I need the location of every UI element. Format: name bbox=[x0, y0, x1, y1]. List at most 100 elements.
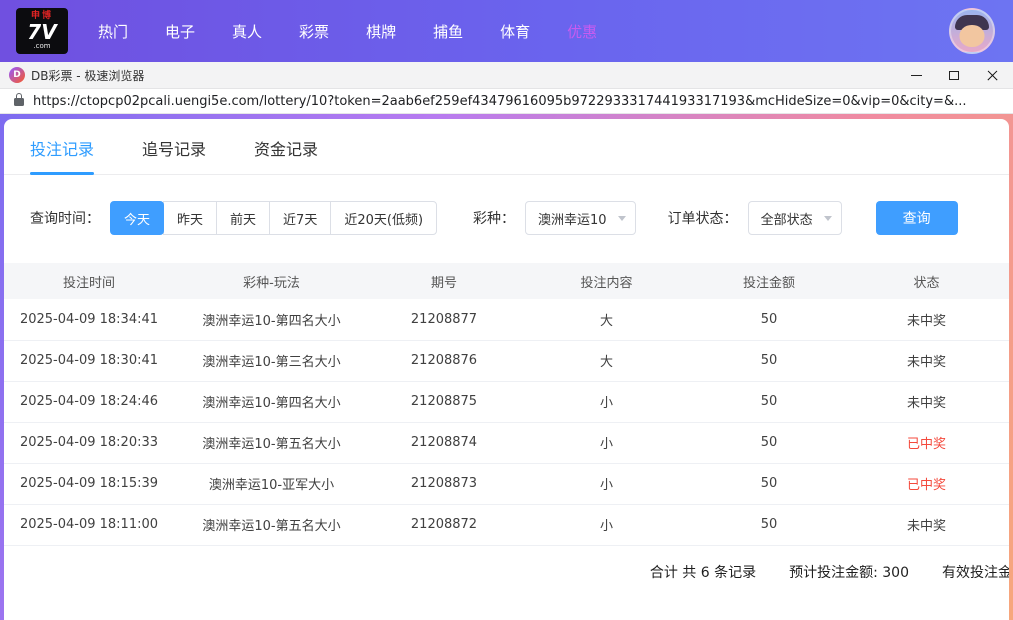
time-filter-今天[interactable]: 今天 bbox=[110, 201, 164, 235]
chevron-down-icon bbox=[618, 216, 626, 221]
brand-logo-suffix: .com bbox=[33, 43, 50, 50]
lottery-select-value: 澳洲幸运10 bbox=[538, 209, 607, 228]
cell: 21208872 bbox=[369, 504, 519, 545]
maximize-icon bbox=[949, 71, 959, 80]
maximize-button[interactable] bbox=[935, 62, 973, 89]
lottery-select[interactable]: 澳洲幸运10 bbox=[525, 201, 636, 235]
brand-logo-main: 7V bbox=[27, 22, 56, 42]
lottery-select-label: 彩种： bbox=[473, 208, 515, 228]
expected-bet-amount-text: 预计投注金额: 300 bbox=[789, 562, 909, 582]
status-cell: 已中奖 bbox=[844, 463, 1009, 504]
cell: 2025-04-09 18:34:41 bbox=[4, 299, 174, 340]
valid-bet-amount-text: 有效投注金 bbox=[942, 562, 1009, 582]
lock-icon bbox=[14, 98, 24, 106]
url-text: https://ctopcp02pcali.uengi5e.com/lotter… bbox=[33, 94, 966, 109]
nav-item-热门[interactable]: 热门 bbox=[98, 21, 128, 42]
table-row: 2025-04-09 18:15:39澳洲幸运10-亚军大小21208873小5… bbox=[4, 463, 1009, 504]
cell: 大 bbox=[519, 340, 694, 381]
cell: 50 bbox=[694, 463, 844, 504]
record-tabs: 投注记录 追号记录 资金记录 bbox=[4, 119, 1009, 175]
address-bar[interactable]: https://ctopcp02pcali.uengi5e.com/lotter… bbox=[0, 89, 1013, 114]
cell: 澳洲幸运10-第三名大小 bbox=[174, 340, 369, 381]
time-filter-group: 今天昨天前天近7天近20天(低频) bbox=[110, 201, 437, 235]
status-cell: 未中奖 bbox=[844, 504, 1009, 545]
time-filter-近7天[interactable]: 近7天 bbox=[269, 201, 331, 235]
column-header: 投注金额 bbox=[694, 263, 844, 299]
column-header: 期号 bbox=[369, 263, 519, 299]
order-status-value: 全部状态 bbox=[761, 209, 813, 228]
cell: 50 bbox=[694, 340, 844, 381]
bet-records-table: 投注时间彩种-玩法期号投注内容投注金额状态 2025-04-09 18:34:4… bbox=[4, 263, 1009, 546]
column-header: 状态 bbox=[844, 263, 1009, 299]
summary-bar: 合计 共 6 条记录 预计投注金额: 300 有效投注金 bbox=[4, 562, 1009, 582]
time-filter-label: 查询时间： bbox=[30, 208, 100, 228]
minimize-icon bbox=[911, 75, 922, 76]
content-card: 投注记录 追号记录 资金记录 查询时间： 今天昨天前天近7天近20天(低频) 彩种：… bbox=[4, 119, 1009, 620]
nav-item-捕鱼[interactable]: 捕鱼 bbox=[433, 21, 463, 42]
column-header: 彩种-玩法 bbox=[174, 263, 369, 299]
nav-item-电子[interactable]: 电子 bbox=[165, 21, 195, 42]
tab-投注记录[interactable]: 投注记录 bbox=[30, 136, 94, 174]
close-button[interactable] bbox=[973, 62, 1011, 89]
cell: 50 bbox=[694, 299, 844, 340]
minimize-button[interactable] bbox=[897, 62, 935, 89]
cell: 2025-04-09 18:20:33 bbox=[4, 422, 174, 463]
time-filter-前天[interactable]: 前天 bbox=[216, 201, 270, 235]
app-nav: 热门 电子 真人 彩票 棋牌 捕鱼 体育 优惠 bbox=[98, 21, 597, 42]
cell: 澳洲幸运10-亚军大小 bbox=[174, 463, 369, 504]
brand-logo[interactable]: 申博 7V .com bbox=[16, 8, 68, 54]
cell: 21208877 bbox=[369, 299, 519, 340]
order-status-label: 订单状态： bbox=[668, 208, 738, 228]
close-icon bbox=[986, 69, 999, 82]
browser-titlebar: D DB彩票 - 极速浏览器 bbox=[0, 62, 1013, 89]
nav-item-棋牌[interactable]: 棋牌 bbox=[366, 21, 396, 42]
cell: 2025-04-09 18:11:00 bbox=[4, 504, 174, 545]
table-row: 2025-04-09 18:11:00澳洲幸运10-第五名大小21208872小… bbox=[4, 504, 1009, 545]
column-header: 投注内容 bbox=[519, 263, 694, 299]
cell: 2025-04-09 18:24:46 bbox=[4, 381, 174, 422]
table-row: 2025-04-09 18:34:41澳洲幸运10-第四名大小21208877大… bbox=[4, 299, 1009, 340]
table-row: 2025-04-09 18:24:46澳洲幸运10-第四名大小21208875小… bbox=[4, 381, 1009, 422]
total-records-text: 合计 共 6 条记录 bbox=[650, 562, 756, 582]
tab-追号记录[interactable]: 追号记录 bbox=[142, 136, 206, 174]
cell: 50 bbox=[694, 422, 844, 463]
cell: 21208875 bbox=[369, 381, 519, 422]
cell: 澳洲幸运10-第五名大小 bbox=[174, 422, 369, 463]
cell: 小 bbox=[519, 463, 694, 504]
nav-item-优惠[interactable]: 优惠 bbox=[567, 21, 597, 42]
time-filter-近20天(低频)[interactable]: 近20天(低频) bbox=[330, 201, 437, 235]
search-button[interactable]: 查询 bbox=[876, 201, 958, 235]
cell: 2025-04-09 18:30:41 bbox=[4, 340, 174, 381]
nav-item-彩票[interactable]: 彩票 bbox=[299, 21, 329, 42]
chevron-down-icon bbox=[824, 216, 832, 221]
cell: 小 bbox=[519, 381, 694, 422]
cell: 澳洲幸运10-第四名大小 bbox=[174, 381, 369, 422]
column-header: 投注时间 bbox=[4, 263, 174, 299]
table-row: 2025-04-09 18:30:41澳洲幸运10-第三名大小21208876大… bbox=[4, 340, 1009, 381]
cell: 澳洲幸运10-第四名大小 bbox=[174, 299, 369, 340]
browser-favicon-icon: D bbox=[9, 67, 25, 83]
status-cell: 已中奖 bbox=[844, 422, 1009, 463]
cell: 50 bbox=[694, 504, 844, 545]
cell: 21208876 bbox=[369, 340, 519, 381]
tab-资金记录[interactable]: 资金记录 bbox=[254, 136, 318, 174]
table-row: 2025-04-09 18:20:33澳洲幸运10-第五名大小21208874小… bbox=[4, 422, 1009, 463]
cell: 小 bbox=[519, 422, 694, 463]
browser-window-title: DB彩票 - 极速浏览器 bbox=[31, 67, 144, 84]
cell: 21208874 bbox=[369, 422, 519, 463]
order-status-select[interactable]: 全部状态 bbox=[748, 201, 842, 235]
window-controls bbox=[897, 62, 1011, 89]
status-cell: 未中奖 bbox=[844, 340, 1009, 381]
user-avatar[interactable] bbox=[949, 8, 995, 54]
cell: 大 bbox=[519, 299, 694, 340]
cell: 21208873 bbox=[369, 463, 519, 504]
cell: 2025-04-09 18:15:39 bbox=[4, 463, 174, 504]
nav-item-真人[interactable]: 真人 bbox=[232, 21, 262, 42]
cell: 澳洲幸运10-第五名大小 bbox=[174, 504, 369, 545]
status-cell: 未中奖 bbox=[844, 299, 1009, 340]
app-header: 申博 7V .com 热门 电子 真人 彩票 棋牌 捕鱼 体育 优惠 bbox=[0, 0, 1013, 62]
cell: 小 bbox=[519, 504, 694, 545]
time-filter-昨天[interactable]: 昨天 bbox=[163, 201, 217, 235]
nav-item-体育[interactable]: 体育 bbox=[500, 21, 530, 42]
status-cell: 未中奖 bbox=[844, 381, 1009, 422]
